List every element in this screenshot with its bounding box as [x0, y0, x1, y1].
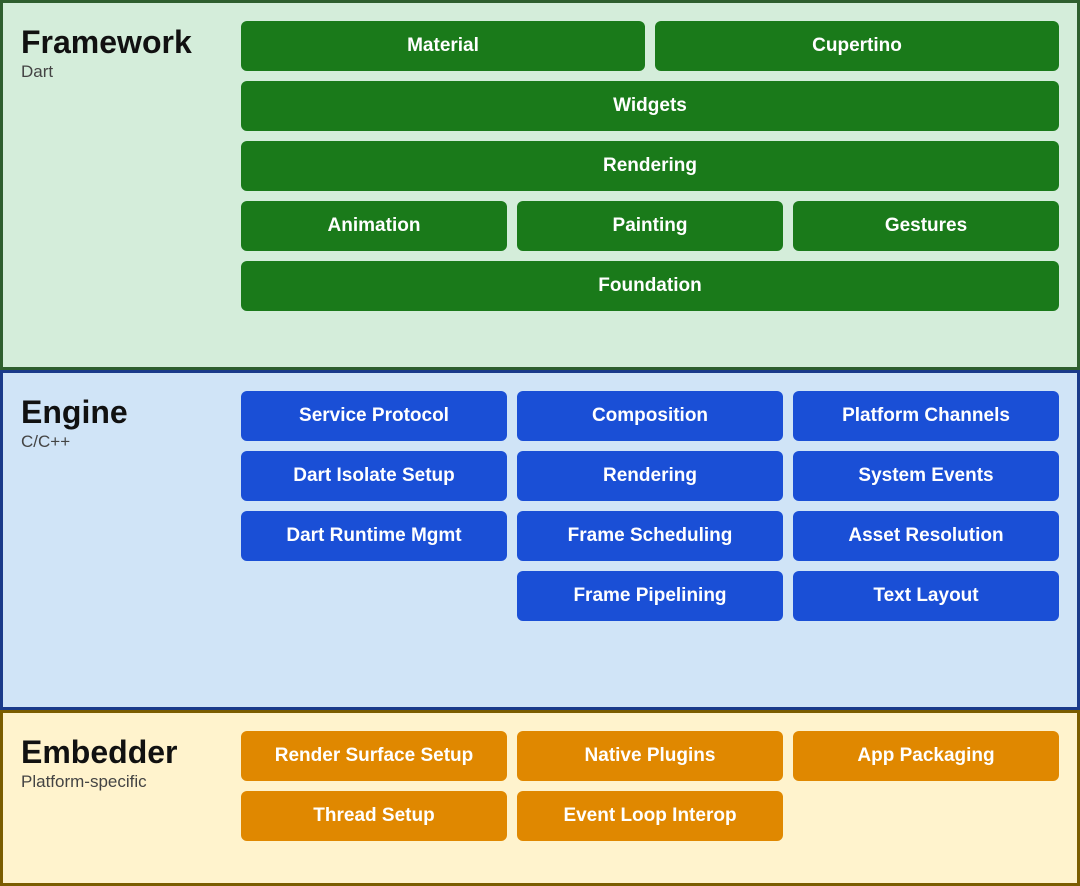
- engine-subtitle: C/C++: [21, 432, 241, 452]
- framework-layer: Framework Dart Material Cupertino Widget…: [0, 0, 1080, 370]
- composition-box: Composition: [517, 391, 783, 441]
- native-plugins-box: Native Plugins: [517, 731, 783, 781]
- engine-row-3: Dart Runtime Mgmt Frame Scheduling Asset…: [241, 511, 1059, 561]
- engine-label: Engine C/C++: [21, 391, 241, 689]
- framework-title: Framework: [21, 25, 241, 60]
- app-packaging-box: App Packaging: [793, 731, 1059, 781]
- framework-label: Framework Dart: [21, 21, 241, 349]
- embedder-title: Embedder: [21, 735, 241, 770]
- dart-runtime-mgmt-box: Dart Runtime Mgmt: [241, 511, 507, 561]
- engine-row-2: Dart Isolate Setup Rendering System Even…: [241, 451, 1059, 501]
- embedder-content: Render Surface Setup Native Plugins App …: [241, 731, 1059, 865]
- engine-row-1: Service Protocol Composition Platform Ch…: [241, 391, 1059, 441]
- material-box: Material: [241, 21, 645, 71]
- framework-row-1: Material Cupertino: [241, 21, 1059, 71]
- embedder-subtitle: Platform-specific: [21, 772, 241, 792]
- framework-subtitle: Dart: [21, 62, 241, 82]
- dart-isolate-setup-box: Dart Isolate Setup: [241, 451, 507, 501]
- embedder-label: Embedder Platform-specific: [21, 731, 241, 865]
- widgets-box: Widgets: [241, 81, 1059, 131]
- engine-content: Service Protocol Composition Platform Ch…: [241, 391, 1059, 689]
- frame-pipelining-box: Frame Pipelining: [517, 571, 783, 621]
- framework-row-2: Widgets: [241, 81, 1059, 131]
- embedder-row-2: Thread Setup Event Loop Interop: [241, 791, 1059, 841]
- embedder-empty-box: [793, 791, 1059, 841]
- event-loop-interop-box: Event Loop Interop: [517, 791, 783, 841]
- render-surface-setup-box: Render Surface Setup: [241, 731, 507, 781]
- text-layout-box: Text Layout: [793, 571, 1059, 621]
- painting-box: Painting: [517, 201, 783, 251]
- engine-layer: Engine C/C++ Service Protocol Compositio…: [0, 370, 1080, 710]
- framework-row-4: Animation Painting Gestures: [241, 201, 1059, 251]
- embedder-layer: Embedder Platform-specific Render Surfac…: [0, 710, 1080, 886]
- service-protocol-box: Service Protocol: [241, 391, 507, 441]
- architecture-diagram: Framework Dart Material Cupertino Widget…: [0, 0, 1080, 886]
- frame-scheduling-box: Frame Scheduling: [517, 511, 783, 561]
- gestures-box: Gestures: [793, 201, 1059, 251]
- framework-content: Material Cupertino Widgets Rendering Ani…: [241, 21, 1059, 349]
- engine-empty-box: [241, 571, 507, 621]
- platform-channels-box: Platform Channels: [793, 391, 1059, 441]
- framework-row-3: Rendering: [241, 141, 1059, 191]
- engine-row-4: Frame Pipelining Text Layout: [241, 571, 1059, 621]
- embedder-row-1: Render Surface Setup Native Plugins App …: [241, 731, 1059, 781]
- animation-box: Animation: [241, 201, 507, 251]
- foundation-box: Foundation: [241, 261, 1059, 311]
- cupertino-box: Cupertino: [655, 21, 1059, 71]
- system-events-box: System Events: [793, 451, 1059, 501]
- thread-setup-box: Thread Setup: [241, 791, 507, 841]
- framework-row-5: Foundation: [241, 261, 1059, 311]
- asset-resolution-box: Asset Resolution: [793, 511, 1059, 561]
- engine-title: Engine: [21, 395, 241, 430]
- rendering-engine-box: Rendering: [517, 451, 783, 501]
- rendering-framework-box: Rendering: [241, 141, 1059, 191]
